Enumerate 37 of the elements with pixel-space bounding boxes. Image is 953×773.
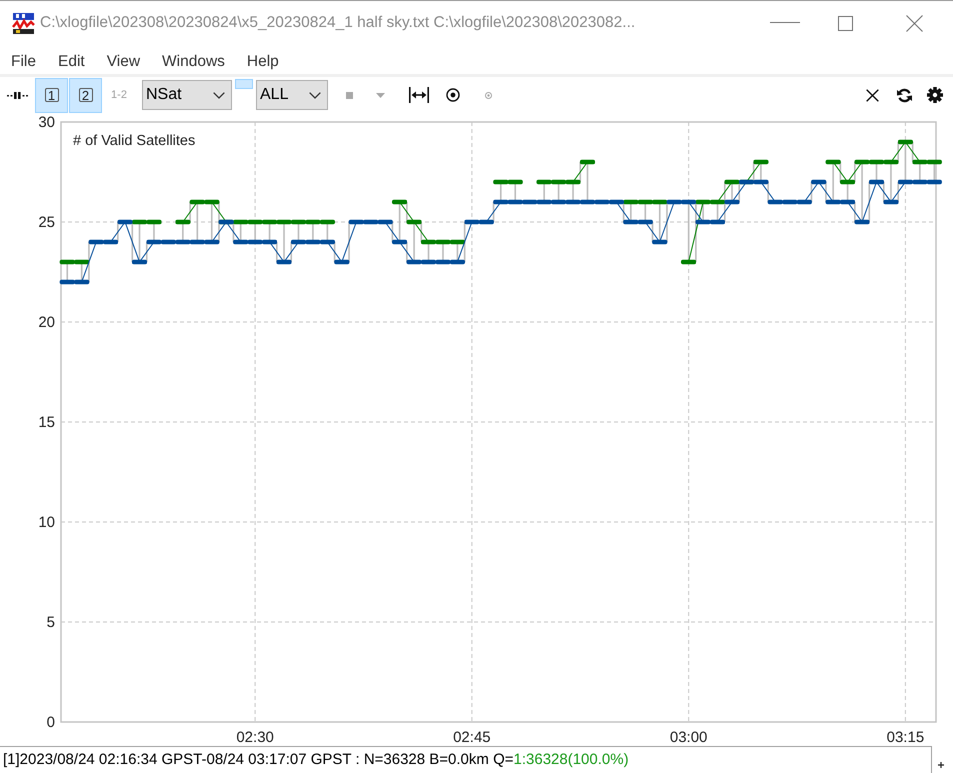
x-tick-label: 03:15: [886, 729, 924, 745]
satellite-filter-dropdown[interactable]: ALL: [256, 80, 328, 110]
y-tick-label: 5: [46, 614, 55, 631]
y-tick-label: 30: [38, 114, 55, 131]
x-tick-label: 02:45: [453, 729, 491, 745]
menu-item[interactable]: View: [96, 51, 152, 73]
window-title: C:\xlogfile\202308\20230824\x5_20230824_1 half sky.txt C:\xlogfile\202308\2023082...: [40, 14, 636, 32]
close-icon[interactable]: [866, 88, 879, 102]
menu-item[interactable]: Help: [236, 51, 290, 73]
x-tick-label: 02:30: [236, 729, 274, 745]
mini-toggle-button[interactable]: [235, 79, 253, 89]
fit-width-icon[interactable]: [409, 87, 429, 103]
chart-title: # of Valid Satellites: [73, 133, 196, 149]
target-icon[interactable]: [446, 88, 460, 102]
y-tick-label: 25: [38, 214, 55, 231]
bar-marker-icon[interactable]: [7, 92, 28, 98]
x-tick-label: 03:00: [670, 729, 708, 745]
menu-item[interactable]: Edit: [46, 51, 96, 73]
y-tick-label: 10: [38, 514, 55, 531]
y-tick-label: 15: [38, 414, 55, 431]
settings-icon[interactable]: [927, 87, 943, 103]
status-text: [1]2023/08/24 02:16:34 GPST-08/24 03:17:07 GPST : N=36328 B=0.0km Q=: [3, 751, 514, 768]
plot-toggle-button[interactable]: 2: [69, 78, 102, 112]
quality-text: 1:36328(100.0%): [514, 751, 629, 768]
y-tick-label: 20: [38, 314, 55, 331]
minimize-icon[interactable]: [770, 22, 800, 24]
maximize-icon[interactable]: [838, 16, 853, 30]
refresh-icon[interactable]: [897, 88, 912, 102]
app-logo-icon: [12, 12, 35, 34]
chevron-down-icon: [309, 92, 321, 98]
plus-icon: [938, 762, 944, 768]
menu-item[interactable]: File: [0, 51, 47, 73]
plot-type-dropdown[interactable]: NSat: [142, 80, 232, 110]
plot-toggle-button[interactable]: 1: [35, 78, 68, 112]
menu-item[interactable]: Windows: [151, 51, 236, 73]
chevron-down-icon: [213, 92, 225, 98]
y-tick-label: 0: [46, 714, 55, 731]
